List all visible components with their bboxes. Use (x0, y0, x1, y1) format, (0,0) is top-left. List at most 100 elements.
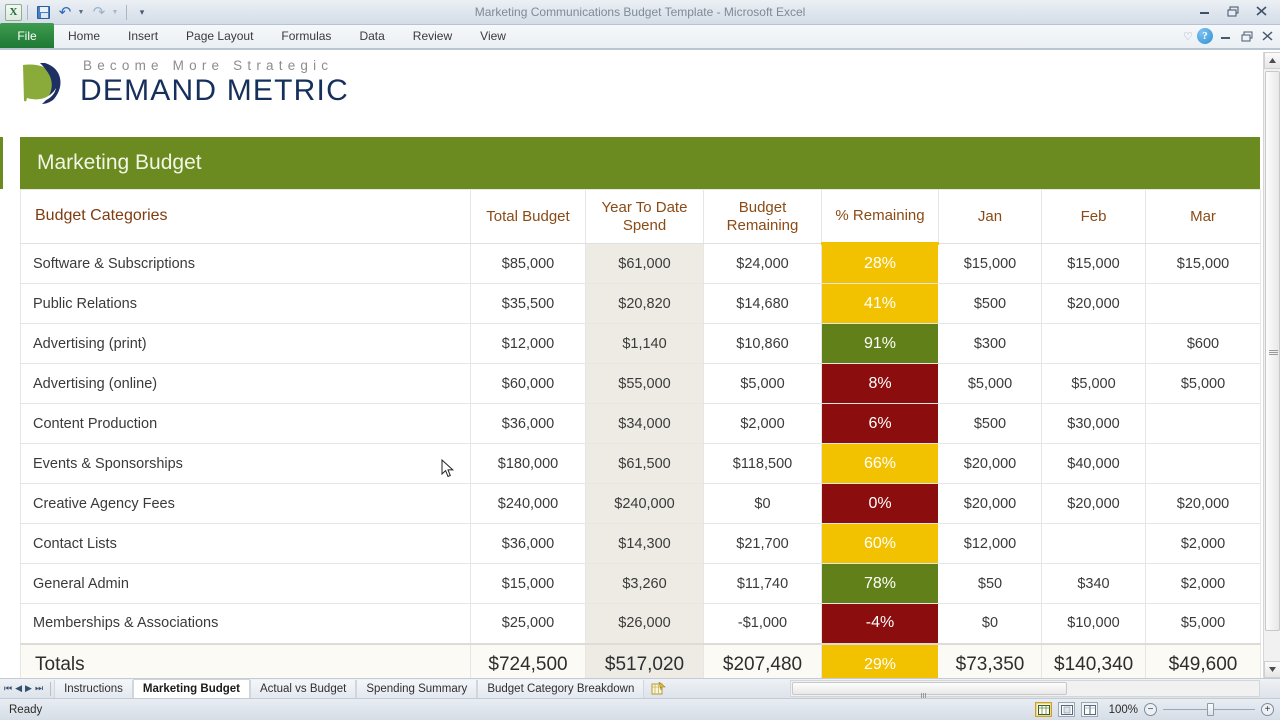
cell-jan[interactable]: $5,000 (938, 363, 1042, 404)
cell-mar[interactable]: $5,000 (1145, 363, 1261, 404)
cell-ytd-spend[interactable]: $14,300 (585, 523, 704, 564)
cell-budget-remaining[interactable]: $5,000 (703, 363, 822, 404)
scroll-up-button[interactable] (1264, 52, 1280, 69)
zoom-slider[interactable] (1163, 703, 1255, 716)
cell-totals-feb[interactable]: $140,340 (1041, 642, 1146, 678)
restore-workbook-button[interactable] (1238, 29, 1255, 44)
cell-budget-remaining[interactable]: $11,740 (703, 563, 822, 604)
worksheet-canvas[interactable]: Become More Strategic DEMAND METRIC Mark… (0, 52, 1280, 678)
cell-budget-remaining[interactable]: $10,860 (703, 323, 822, 364)
normal-view-button[interactable] (1035, 702, 1052, 717)
cell-feb[interactable]: $20,000 (1041, 483, 1146, 524)
close-window-button[interactable] (1248, 2, 1276, 21)
sheet-tab-instructions[interactable]: Instructions (54, 679, 133, 699)
restore-window-button[interactable] (1219, 2, 1247, 21)
cell-budget-remaining[interactable]: -$1,000 (703, 603, 822, 644)
cell-budget-remaining[interactable]: $14,680 (703, 283, 822, 324)
header-pct-remaining[interactable]: % Remaining (821, 189, 939, 245)
cell-pct-remaining[interactable]: 0% (821, 483, 939, 524)
cell-total-budget[interactable]: $25,000 (470, 603, 586, 644)
prev-sheet-button[interactable]: ◀ (15, 683, 22, 694)
cell-category[interactable]: Advertising (print) (20, 323, 471, 364)
tab-review[interactable]: Review (399, 23, 466, 48)
cell-totals-total-budget[interactable]: $724,500 (470, 642, 586, 678)
cell-feb[interactable]: $5,000 (1041, 363, 1146, 404)
cell-total-budget[interactable]: $36,000 (470, 523, 586, 564)
tab-view[interactable]: View (466, 23, 520, 48)
cell-ytd-spend[interactable]: $55,000 (585, 363, 704, 404)
cell-ytd-spend[interactable]: $61,000 (585, 243, 704, 284)
cell-mar[interactable] (1145, 443, 1261, 484)
cell-category[interactable]: Events & Sponsorships (20, 443, 471, 484)
horizontal-scrollbar-thumb[interactable] (792, 682, 1067, 700)
tab-home[interactable]: Home (54, 23, 114, 48)
cell-jan[interactable]: $0 (938, 603, 1042, 644)
cell-category[interactable]: Software & Subscriptions (20, 243, 471, 284)
cell-feb[interactable] (1041, 523, 1146, 564)
header-budget-remaining[interactable]: Budget Remaining (703, 189, 822, 244)
cell-pct-remaining[interactable]: 6% (821, 403, 939, 444)
cell-totals-budget-remaining[interactable]: $207,480 (703, 642, 822, 678)
cell-total-budget[interactable]: $180,000 (470, 443, 586, 484)
cell-jan[interactable]: $500 (938, 283, 1042, 324)
cell-ytd-spend[interactable]: $1,140 (585, 323, 704, 364)
cell-feb[interactable]: $10,000 (1041, 603, 1146, 644)
excel-app-icon[interactable]: X (5, 3, 22, 21)
cell-totals-ytd-spend[interactable]: $517,020 (585, 642, 704, 678)
cell-total-budget[interactable]: $15,000 (470, 563, 586, 604)
cell-ytd-spend[interactable]: $20,820 (585, 283, 704, 324)
header-total-budget[interactable]: Total Budget (470, 189, 586, 244)
cell-feb[interactable]: $20,000 (1041, 283, 1146, 324)
sheet-tab-budget-category-breakdown[interactable]: Budget Category Breakdown (477, 679, 645, 699)
cell-mar[interactable]: $2,000 (1145, 523, 1261, 564)
cell-feb[interactable]: $40,000 (1041, 443, 1146, 484)
cell-mar[interactable]: $2,000 (1145, 563, 1261, 604)
cell-total-budget[interactable]: $36,000 (470, 403, 586, 444)
cell-category[interactable]: Content Production (20, 403, 471, 444)
zoom-slider-thumb[interactable] (1207, 703, 1214, 716)
cell-pct-remaining[interactable]: -4% (821, 603, 939, 644)
undo-button[interactable]: ↶ (55, 2, 75, 22)
page-break-view-button[interactable] (1081, 702, 1098, 717)
header-feb[interactable]: Feb (1041, 189, 1146, 244)
cell-totals-jan[interactable]: $73,350 (938, 642, 1042, 678)
tab-formulas[interactable]: Formulas (267, 23, 345, 48)
cell-ytd-spend[interactable]: $61,500 (585, 443, 704, 484)
sheet-tab-actual-vs-budget[interactable]: Actual vs Budget (250, 679, 357, 699)
undo-dropdown[interactable]: ▼ (77, 2, 87, 22)
cell-total-budget[interactable]: $85,000 (470, 243, 586, 284)
cell-pct-remaining[interactable]: 91% (821, 323, 939, 364)
cell-jan[interactable]: $20,000 (938, 443, 1042, 484)
tab-file[interactable]: File (0, 23, 54, 48)
cell-budget-remaining[interactable]: $2,000 (703, 403, 822, 444)
cell-total-budget[interactable]: $35,500 (470, 283, 586, 324)
sheet-tab-spending-summary[interactable]: Spending Summary (356, 679, 478, 699)
cell-mar[interactable] (1145, 403, 1261, 444)
cell-jan[interactable]: $15,000 (938, 243, 1042, 284)
help-icon[interactable]: ? (1197, 28, 1213, 44)
cell-totals-label[interactable]: Totals (20, 642, 471, 678)
header-mar[interactable]: Mar (1145, 189, 1261, 244)
cell-category[interactable]: Contact Lists (20, 523, 471, 564)
cell-mar[interactable]: $600 (1145, 323, 1261, 364)
cell-ytd-spend[interactable]: $26,000 (585, 603, 704, 644)
minimize-ribbon-button[interactable] (1217, 29, 1234, 44)
cell-feb[interactable]: $340 (1041, 563, 1146, 604)
horizontal-scrollbar[interactable] (790, 680, 1260, 700)
close-workbook-button[interactable] (1259, 29, 1276, 44)
header-budget-categories[interactable]: Budget Categories (20, 189, 471, 244)
zoom-out-button[interactable]: − (1144, 703, 1157, 716)
cell-feb[interactable] (1041, 323, 1146, 364)
cell-pct-remaining[interactable]: 8% (821, 363, 939, 404)
cell-pct-remaining[interactable]: 28% (821, 243, 939, 284)
cell-feb[interactable]: $15,000 (1041, 243, 1146, 284)
cell-jan[interactable]: $50 (938, 563, 1042, 604)
cell-jan[interactable]: $300 (938, 323, 1042, 364)
cell-totals-pct-remaining[interactable]: 29% (821, 642, 939, 678)
redo-button[interactable]: ↷ (89, 2, 109, 22)
cell-mar[interactable]: $5,000 (1145, 603, 1261, 644)
cell-category[interactable]: Advertising (online) (20, 363, 471, 404)
cell-pct-remaining[interactable]: 41% (821, 283, 939, 324)
cell-feb[interactable]: $30,000 (1041, 403, 1146, 444)
cell-category[interactable]: General Admin (20, 563, 471, 604)
